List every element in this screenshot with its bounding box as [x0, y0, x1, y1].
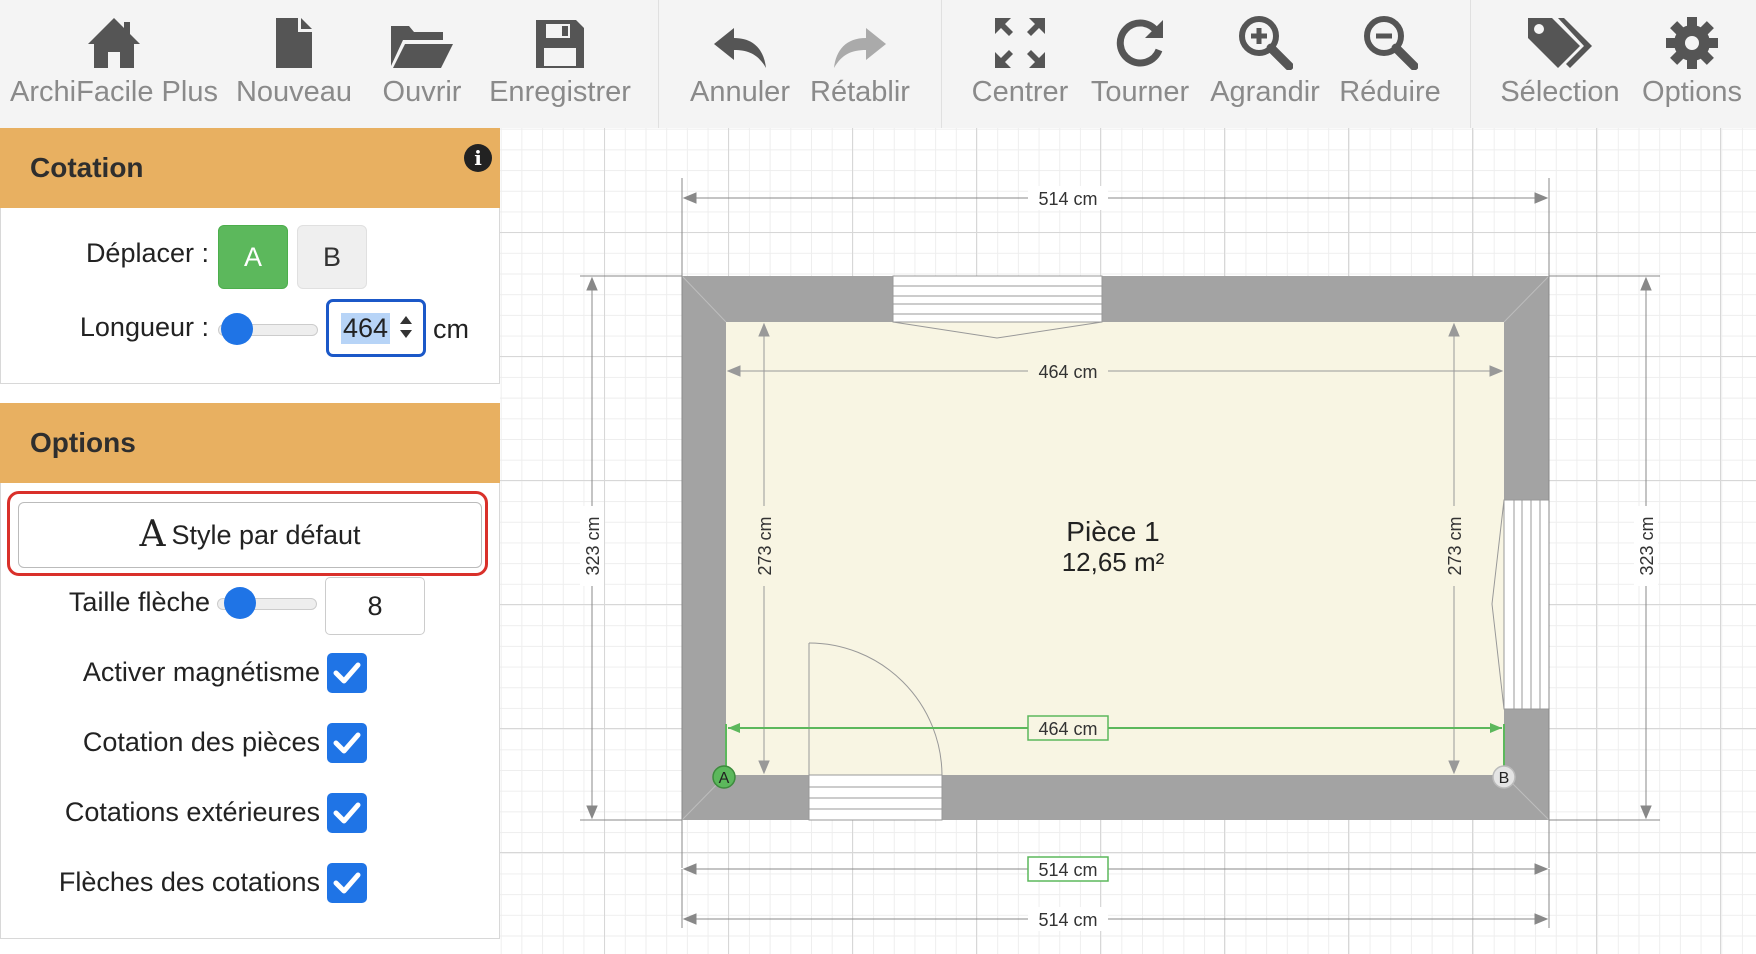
cotation-panel-header: Cotation i [0, 128, 500, 208]
plan-canvas[interactable]: 514 cm 464 cm 323 cm 273 cm 273 cm 323 c… [500, 128, 1756, 954]
undo-button[interactable]: Annuler [688, 0, 792, 118]
new-label: Nouveau [235, 76, 353, 108]
expand-arrows-icon [995, 18, 1045, 68]
room-name[interactable]: Pièce 1 [1066, 516, 1159, 547]
handle-a-label: A [719, 770, 730, 787]
options-button[interactable]: Options [1640, 0, 1744, 118]
toolbar-separator [1470, 0, 1471, 128]
rotate-button[interactable]: Tourner [1090, 0, 1190, 118]
checkmark-icon [333, 802, 361, 824]
zoom-out-button[interactable]: Réduire [1335, 0, 1445, 118]
room-area: 12,65 m² [1062, 547, 1165, 577]
checkmark-icon [333, 872, 361, 894]
dimension-inner-left-label: 273 cm [755, 516, 775, 575]
dimension-inner-top-label: 464 cm [1038, 362, 1097, 382]
arrow-size-value: 8 [367, 590, 383, 621]
redo-label: Rétablir [810, 76, 910, 108]
length-unit: cm [433, 314, 469, 344]
dimension-inner-right-label: 273 cm [1445, 516, 1465, 575]
cotation-panel-body: Déplacer : A B Longueur : 464 cm [0, 208, 500, 384]
tags-icon [1528, 18, 1592, 68]
center-button[interactable]: Centrer [970, 0, 1070, 118]
options-label: Options [1642, 76, 1742, 108]
handle-a[interactable]: A [712, 765, 736, 789]
home-button[interactable]: ArchiFacile Plus [10, 0, 218, 118]
dimension-outer-bottom-1[interactable] [681, 820, 1550, 875]
length-slider-thumb[interactable] [221, 313, 253, 345]
toolbar-separator [941, 0, 942, 128]
magnetism-label: Activer magnétisme [82, 657, 320, 687]
length-slider[interactable] [218, 313, 318, 345]
undo-icon [714, 28, 766, 68]
info-icon[interactable]: i [464, 144, 492, 172]
rotate-icon [1116, 19, 1163, 67]
zoom-in-button[interactable]: Agrandir [1210, 0, 1320, 118]
move-label: Déplacer : [85, 238, 209, 268]
handle-b[interactable]: B [1492, 765, 1516, 789]
dimension-arrows-label: Flèches des cotations [58, 867, 320, 897]
new-file-icon [276, 18, 312, 68]
floor-plan: 514 cm 464 cm 323 cm 273 cm 273 cm 323 c… [580, 178, 1660, 931]
gear-icon [1666, 17, 1718, 69]
selection-label: Sélection [1500, 76, 1620, 108]
save-button[interactable]: Enregistrer [489, 0, 631, 118]
rotate-label: Tourner [1090, 76, 1190, 108]
center-label: Centrer [971, 76, 1069, 108]
redo-icon [834, 28, 886, 68]
move-point-a-button[interactable]: A [218, 225, 288, 289]
room-dimensions-label: Cotation des pièces [82, 727, 320, 757]
checkmark-icon [333, 662, 361, 684]
checkmark-icon [333, 732, 361, 754]
dimension-outer-right-label: 323 cm [1637, 516, 1657, 575]
toolbar: ArchiFacile Plus Nouveau Ouvrir Enregist… [0, 0, 1756, 129]
default-style-button[interactable]: A Style par défaut [18, 502, 482, 568]
cotation-panel-title: Cotation [30, 152, 144, 183]
home-label: ArchiFacile Plus [10, 76, 218, 108]
font-style-icon: A [139, 514, 166, 555]
move-point-b-button[interactable]: B [297, 225, 367, 289]
toolbar-separator [658, 0, 659, 128]
default-style-label: Style par défaut [171, 519, 361, 550]
exterior-dimensions-checkbox[interactable] [327, 793, 367, 833]
zoom-out-icon [1364, 16, 1418, 70]
save-label: Enregistrer [489, 76, 631, 108]
length-value: 464 [341, 312, 391, 344]
room-dimensions-checkbox[interactable] [327, 723, 367, 763]
zoom-in-icon [1239, 16, 1293, 70]
new-button[interactable]: Nouveau [234, 0, 354, 118]
length-label: Longueur : [79, 312, 209, 342]
exterior-dimensions-label: Cotations extérieures [64, 797, 320, 827]
selected-dimension-label: 464 cm [1038, 719, 1097, 739]
dimension-outer-bottom-1-label: 514 cm [1038, 860, 1097, 880]
open-button[interactable]: Ouvrir [372, 0, 472, 118]
arrow-size-slider[interactable] [217, 587, 317, 619]
home-icon [88, 18, 140, 68]
arrow-size-input[interactable]: 8 [325, 577, 425, 635]
undo-label: Annuler [690, 76, 790, 108]
arrow-size-label: Taille flèche [68, 587, 210, 617]
redo-button[interactable]: Rétablir [808, 0, 912, 118]
options-panel-header: Options [0, 403, 500, 483]
handle-b-label: B [1499, 770, 1510, 787]
dimension-outer-bottom-2-label: 514 cm [1038, 910, 1097, 930]
dimension-arrows-checkbox[interactable] [327, 863, 367, 903]
dimension-outer-left-label: 323 cm [583, 516, 603, 575]
open-label: Ouvrir [382, 76, 462, 108]
save-floppy-icon [536, 20, 584, 68]
zoom-out-label: Réduire [1339, 76, 1441, 108]
options-panel-title: Options [30, 427, 136, 458]
selection-button[interactable]: Sélection [1500, 0, 1620, 118]
dimension-outer-top-label: 514 cm [1038, 189, 1097, 209]
spinner-arrows-icon[interactable] [399, 313, 413, 341]
magnetism-checkbox[interactable] [327, 653, 367, 693]
dimension-outer-bottom-2[interactable] [681, 869, 1550, 928]
arrow-size-slider-thumb[interactable] [224, 587, 256, 619]
length-input[interactable]: 464 [326, 299, 426, 357]
folder-open-icon [391, 26, 453, 68]
zoom-in-label: Agrandir [1210, 76, 1320, 108]
